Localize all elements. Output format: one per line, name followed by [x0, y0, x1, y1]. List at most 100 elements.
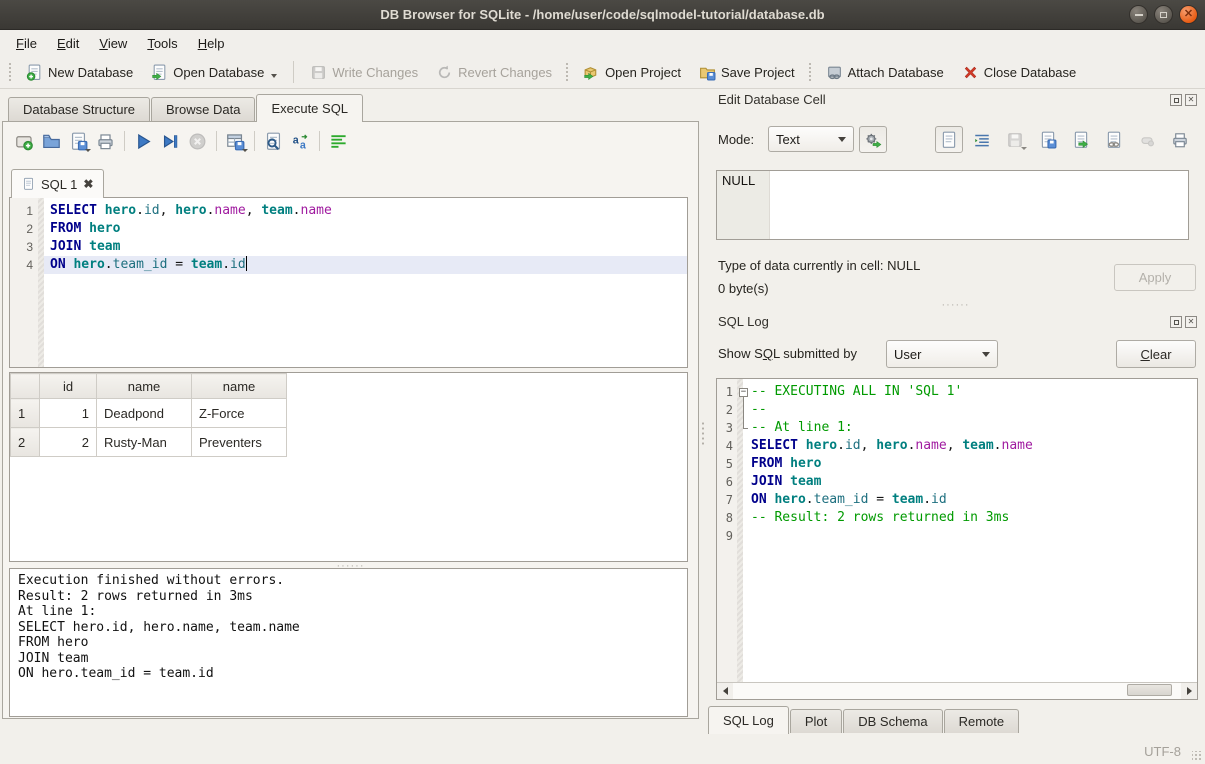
table-cell[interactable]: Rusty-Man [97, 428, 192, 457]
message-line: At line 1: [18, 604, 679, 620]
new-database-button[interactable]: New Database [17, 60, 142, 85]
dropdown-arrow-icon[interactable] [85, 149, 91, 152]
close-icon[interactable]: ✕ [1179, 5, 1198, 24]
open-project-button[interactable]: Open Project [574, 60, 690, 85]
sql-editor[interactable]: 1234 SELECT hero.id, hero.name, team.nam… [9, 197, 688, 368]
sql-tab-label: SQL 1 [41, 177, 77, 192]
resize-grip[interactable] [1192, 751, 1202, 761]
log-horizontal-scrollbar[interactable] [717, 682, 1197, 699]
float-dock-icon[interactable] [1170, 316, 1182, 328]
tab-execute-sql[interactable]: Execute SQL [256, 94, 363, 122]
fold-margin [737, 509, 751, 527]
word-wrap-cell-button[interactable] [968, 126, 996, 153]
toolbar-handle[interactable] [565, 62, 570, 82]
execute-all-button[interactable] [130, 128, 157, 154]
menu-view[interactable]: View [89, 33, 137, 54]
link-cell-button[interactable] [1100, 126, 1128, 153]
menu-help[interactable]: Help [188, 33, 235, 54]
table-cell[interactable]: Deadpond [97, 399, 192, 428]
save-project-button[interactable]: Save Project [690, 60, 804, 85]
log-line: 9 [717, 527, 1197, 545]
tab-database-structure[interactable]: Database Structure [8, 97, 150, 121]
attach-database-button[interactable]: Attach Database [817, 60, 953, 85]
sql-document-tab[interactable]: SQL 1 ✖ [11, 169, 104, 198]
scroll-right-icon[interactable] [1181, 683, 1197, 698]
minimize-icon[interactable] [1129, 5, 1148, 24]
dock-tab-db-schema[interactable]: DB Schema [843, 709, 942, 733]
scroll-left-icon[interactable] [717, 683, 733, 698]
write-changes-button: Write Changes [301, 60, 427, 85]
corner-header-cell[interactable] [11, 374, 40, 399]
table-cell[interactable]: 1 [40, 399, 97, 428]
column-header-id[interactable]: id [40, 374, 97, 399]
dropdown-arrow-icon[interactable] [271, 74, 277, 78]
execute-line-button[interactable] [157, 128, 184, 154]
print-button[interactable] [92, 128, 119, 154]
column-header-name[interactable]: name [97, 374, 192, 399]
import-cell-button[interactable] [1034, 126, 1062, 153]
scrollbar-trough[interactable] [733, 683, 1181, 699]
export-results-icon [226, 132, 245, 151]
menu-tools[interactable]: Tools [137, 33, 187, 54]
column-header-name[interactable]: name [192, 374, 287, 399]
execute-all-icon [134, 132, 153, 151]
export-results-button[interactable] [222, 128, 249, 154]
svg-text:a: a [293, 134, 299, 146]
cell-editor[interactable]: NULL [716, 170, 1189, 240]
auto-apply-button[interactable] [859, 126, 887, 153]
submitted-by-select[interactable]: User [886, 340, 998, 368]
cell-type-info: Type of data currently in cell: NULL [718, 258, 920, 273]
dropdown-arrow-icon[interactable] [1021, 147, 1027, 150]
format-sql-button[interactable]: aa [287, 128, 314, 154]
new-sql-tab-icon [15, 132, 34, 151]
save-sql-file-icon [69, 132, 88, 151]
dock-tab-plot[interactable]: Plot [790, 709, 842, 733]
sql-log-view[interactable]: 1−-- EXECUTING ALL IN 'SQL 1'2--3-- At l… [716, 378, 1198, 700]
text-cursor [246, 256, 248, 271]
dock-tab-remote[interactable]: Remote [944, 709, 1020, 733]
dropdown-arrow-icon[interactable] [242, 149, 248, 152]
save-sql-file-button[interactable] [65, 128, 92, 154]
menu-file[interactable]: File [6, 33, 47, 54]
line-number: 9 [717, 527, 737, 545]
print-cell-button[interactable] [1166, 126, 1194, 153]
message-pane[interactable]: Execution finished without errors.Result… [9, 568, 688, 717]
row-header[interactable]: 1 [11, 399, 40, 428]
log-text: -- Result: 2 rows returned in 3ms [751, 509, 1009, 527]
toolbar-handle[interactable] [808, 62, 813, 82]
mode-select[interactable]: Text [768, 126, 854, 152]
float-dock-icon[interactable] [1170, 94, 1182, 106]
text-document-button[interactable] [935, 126, 963, 153]
table-cell[interactable]: Z-Force [192, 399, 287, 428]
message-line: ON hero.team_id = team.id [18, 666, 679, 682]
open-sql-file-button[interactable] [38, 128, 65, 154]
toolbar-handle[interactable] [8, 62, 13, 82]
table-cell[interactable]: Preventers [192, 428, 287, 457]
close-dock-icon[interactable]: ✕ [1185, 316, 1197, 328]
close-dock-icon[interactable]: ✕ [1185, 94, 1197, 106]
scrollbar-thumb[interactable] [1127, 684, 1172, 696]
fold-margin [737, 401, 751, 419]
row-header[interactable]: 2 [11, 428, 40, 457]
main-tab-bar: Database StructureBrowse DataExecute SQL [8, 94, 364, 122]
dock-splitter[interactable]: ······ [706, 302, 1205, 308]
toolbar-button-label: Save Project [721, 65, 795, 80]
clear-button[interactable]: Clear [1116, 340, 1196, 368]
dock-tab-sql-log[interactable]: SQL Log [708, 706, 789, 734]
word-wrap-button[interactable] [325, 128, 352, 154]
collapse-icon[interactable]: − [739, 388, 748, 397]
table-cell[interactable]: 2 [40, 428, 97, 457]
export-cell-button[interactable] [1067, 126, 1095, 153]
close-database-button[interactable]: Close Database [953, 60, 1086, 85]
log-line: 8-- Result: 2 rows returned in 3ms [717, 509, 1197, 527]
close-sql-tab-icon[interactable]: ✖ [83, 178, 93, 190]
tab-browse-data[interactable]: Browse Data [151, 97, 255, 121]
maximize-icon[interactable] [1154, 5, 1173, 24]
new-sql-tab-button[interactable] [11, 128, 38, 154]
menu-edit[interactable]: Edit [47, 33, 89, 54]
find-replace-button[interactable] [260, 128, 287, 154]
open-database-button[interactable]: Open Database [142, 60, 286, 85]
edit-cell-title: Edit Database Cell [718, 92, 826, 107]
sql-log-dock-buttons: ✕ [1170, 316, 1197, 328]
stop-button [184, 128, 211, 154]
